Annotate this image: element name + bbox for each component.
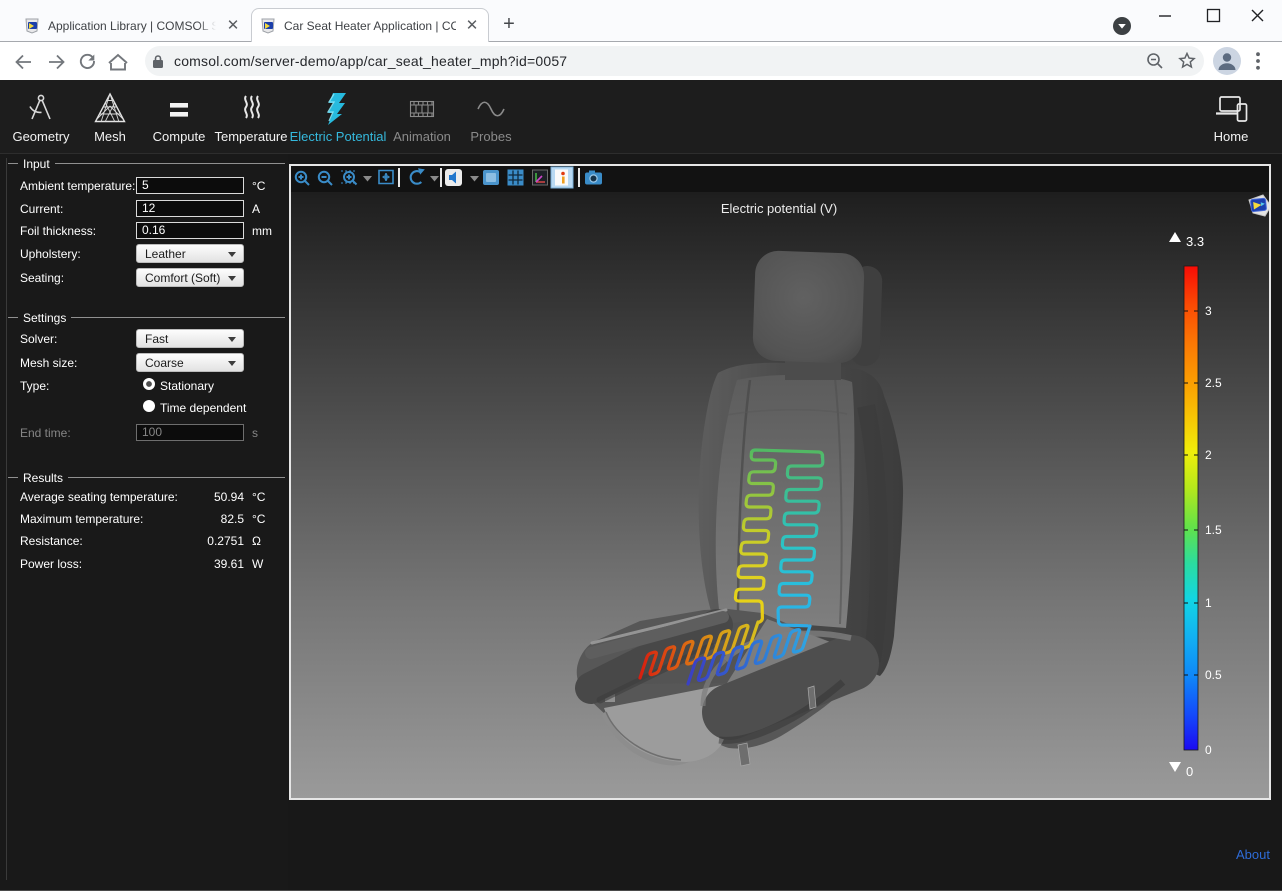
svg-text:1: 1 (1205, 596, 1212, 610)
svg-text:1.5: 1.5 (1205, 523, 1222, 537)
svg-text:Electric potential (V): Electric potential (V) (721, 201, 837, 216)
svg-text:0: 0 (1205, 743, 1212, 757)
svg-text:2: 2 (1205, 448, 1212, 462)
svg-text:0.5: 0.5 (1205, 668, 1222, 682)
svg-text:2.5: 2.5 (1205, 376, 1222, 390)
svg-text:3: 3 (1205, 304, 1212, 318)
svg-text:3.3: 3.3 (1186, 234, 1204, 249)
svg-text:0: 0 (1186, 764, 1193, 779)
